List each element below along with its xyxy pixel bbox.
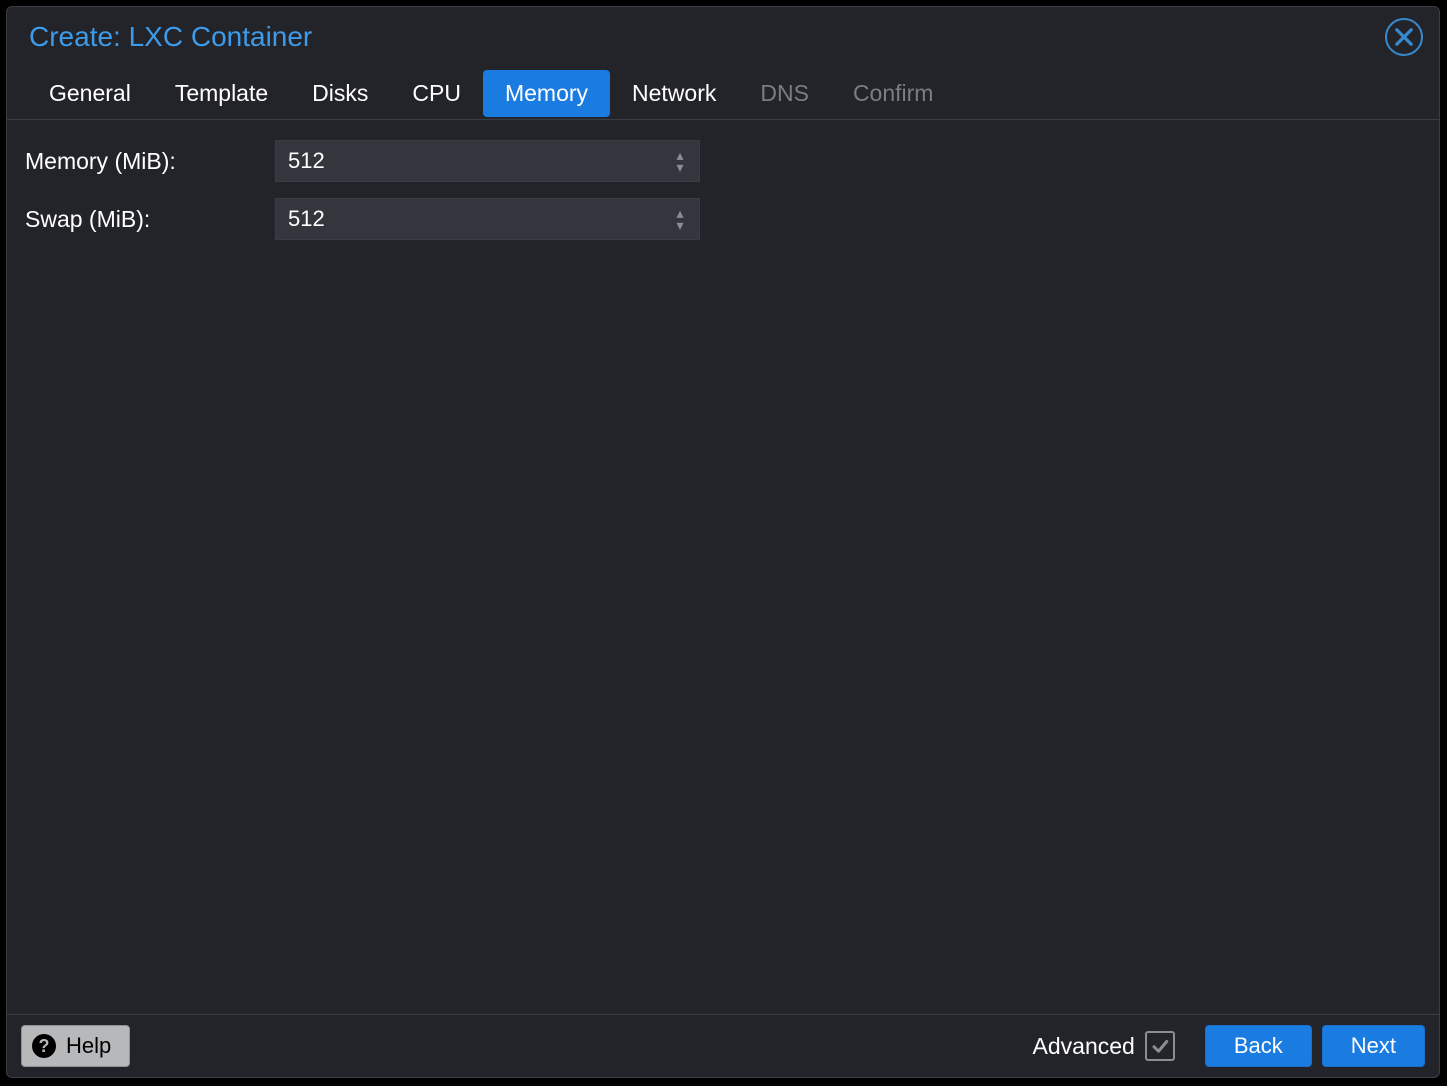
advanced-toggle: Advanced [1033,1031,1175,1061]
tab-template[interactable]: Template [153,70,290,117]
memory-stepper: ▴ ▾ [668,140,692,182]
memory-row: Memory (MiB): ▴ ▾ [25,138,1421,184]
check-icon [1151,1037,1169,1055]
tab-dns: DNS [738,70,831,117]
chevron-down-icon[interactable]: ▾ [676,220,683,230]
swap-input[interactable] [275,198,700,240]
tab-general[interactable]: General [27,70,153,117]
help-icon: ? [32,1034,56,1058]
tab-memory[interactable]: Memory [483,70,610,117]
memory-input[interactable] [275,140,700,182]
advanced-label: Advanced [1033,1033,1135,1060]
dialog-header: Create: LXC Container [7,7,1439,67]
dialog-footer: ? Help Advanced Back Next [7,1014,1439,1077]
tab-network[interactable]: Network [610,70,738,117]
advanced-checkbox[interactable] [1145,1031,1175,1061]
dialog-title: Create: LXC Container [29,21,1385,53]
swap-row: Swap (MiB): ▴ ▾ [25,196,1421,242]
tab-cpu[interactable]: CPU [390,70,483,117]
tab-disks[interactable]: Disks [290,70,390,117]
help-button[interactable]: ? Help [21,1025,130,1067]
back-button[interactable]: Back [1205,1025,1312,1067]
memory-spinner: ▴ ▾ [275,140,700,182]
help-label: Help [66,1033,111,1059]
chevron-down-icon[interactable]: ▾ [676,162,683,172]
dialog-body: Memory (MiB): ▴ ▾ Swap (MiB): ▴ ▾ [7,120,1439,1014]
swap-spinner: ▴ ▾ [275,198,700,240]
tab-confirm: Confirm [831,70,956,117]
create-container-dialog: Create: LXC Container General Template D… [6,6,1440,1078]
close-button[interactable] [1385,18,1423,56]
swap-stepper: ▴ ▾ [668,198,692,240]
swap-label: Swap (MiB): [25,206,275,233]
memory-label: Memory (MiB): [25,148,275,175]
wizard-tabbar: General Template Disks CPU Memory Networ… [7,67,1439,120]
next-button[interactable]: Next [1322,1025,1425,1067]
close-icon [1395,28,1413,46]
